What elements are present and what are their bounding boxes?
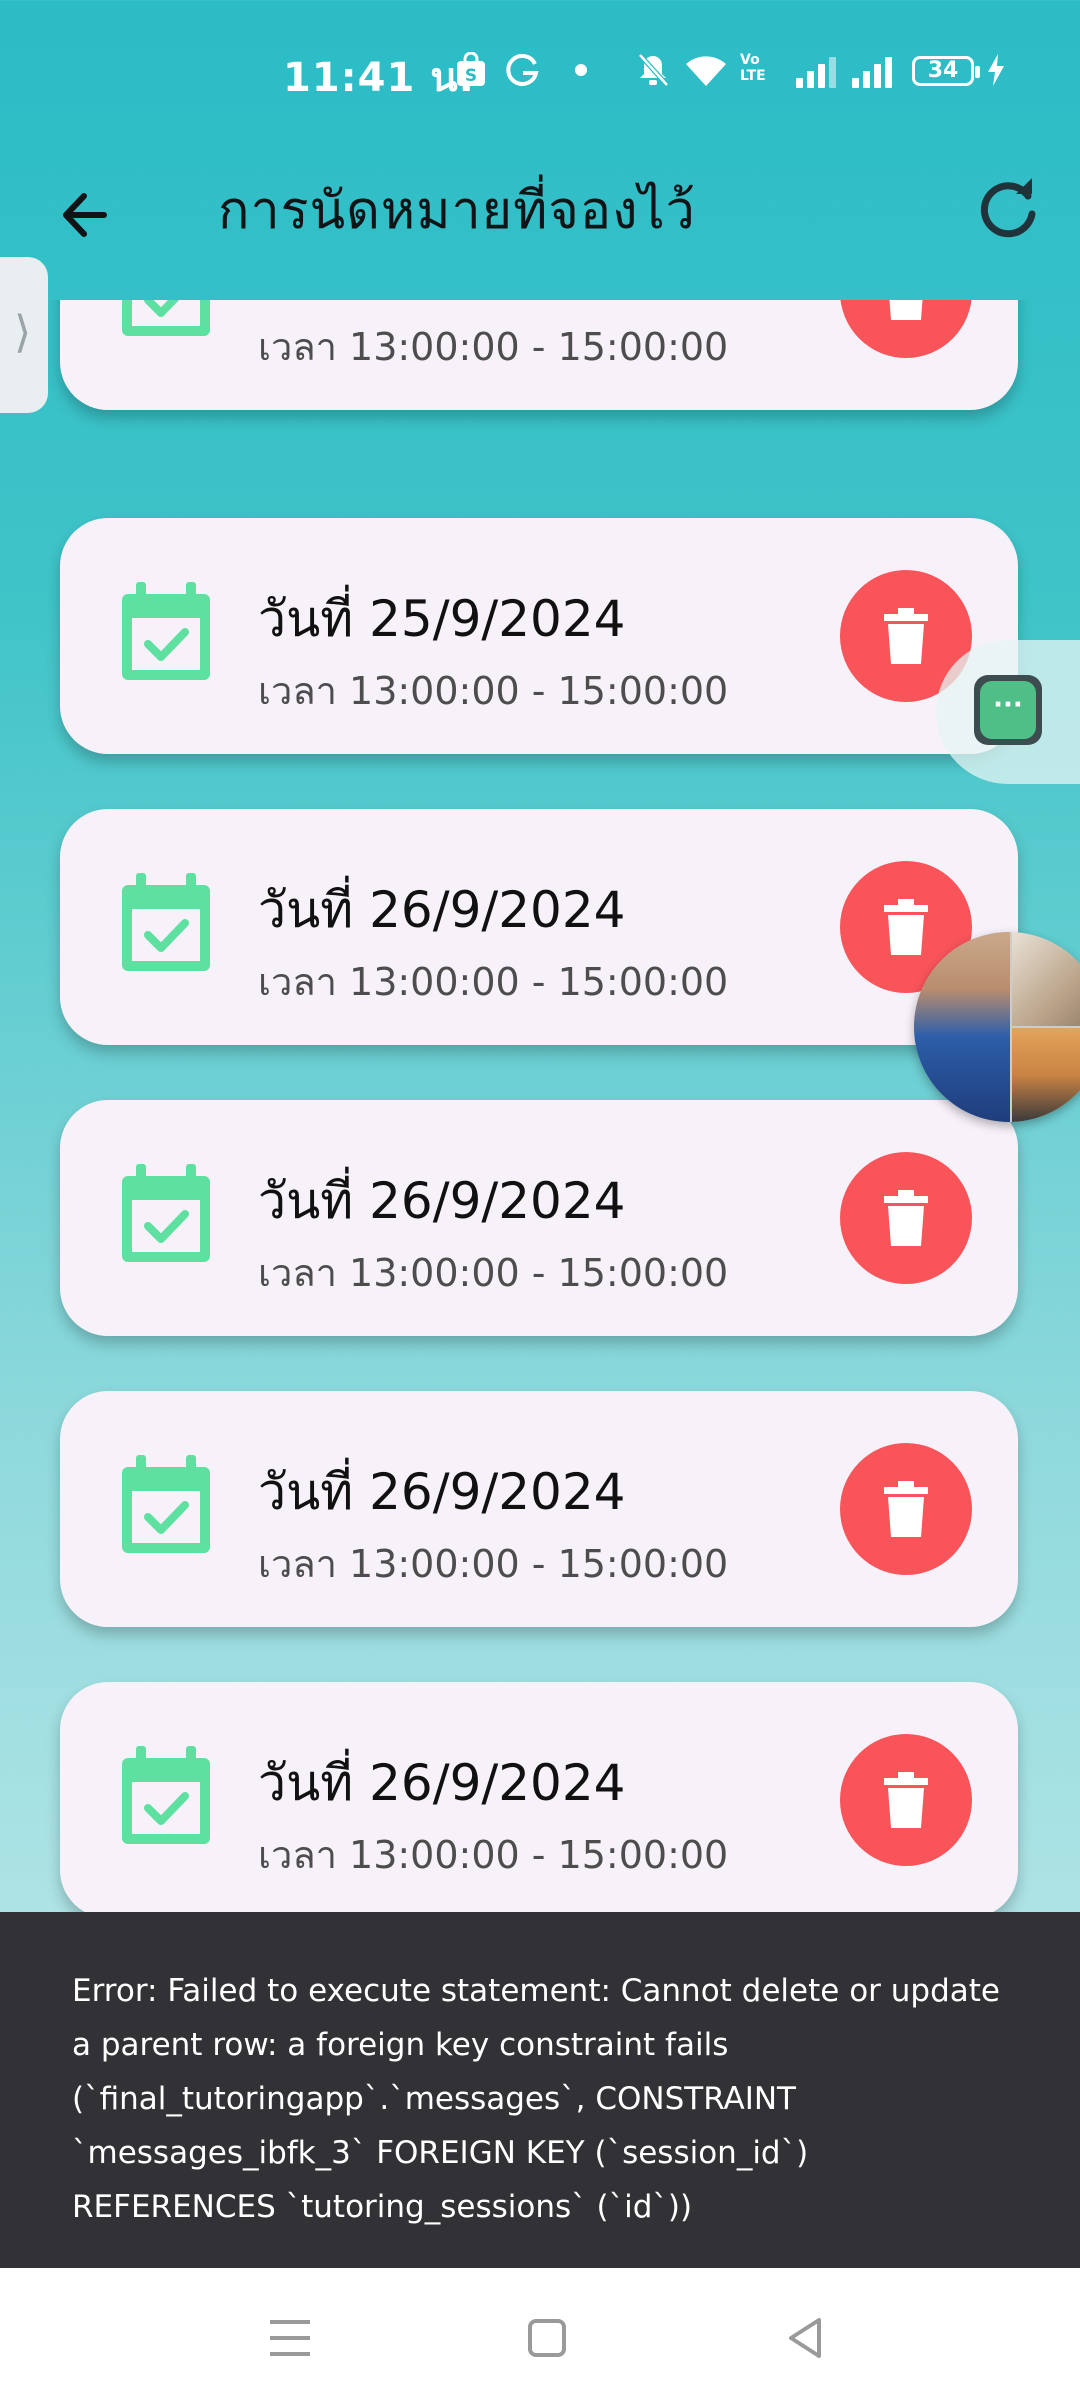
appointment-card: วันที่ 26/9/2024 เวลา 13:00:00 - 15:00:0… <box>60 1682 1018 1912</box>
back-button[interactable] <box>52 180 122 250</box>
appointment-card: วันที่ 26/9/2024 เวลา 13:00:00 - 15:00:0… <box>60 1391 1018 1627</box>
calendar-check-icon <box>122 873 210 971</box>
battery-icon: 34 <box>912 56 980 86</box>
triangle-back-icon <box>789 2318 821 2358</box>
calendar-check-icon <box>122 1746 210 1844</box>
appointment-card: วันที่ 26/9/2024 เวลา 13:00:00 - 15:00:0… <box>60 1100 1018 1336</box>
chevron-right-icon: ⟩ <box>14 307 32 358</box>
appointment-time: เวลา 13:00:00 - 15:00:00 <box>258 1833 729 1877</box>
refresh-button[interactable] <box>970 170 1046 246</box>
appointment-date: วันที่ 26/9/2024 <box>258 1172 626 1230</box>
trash-icon <box>889 300 923 320</box>
status-bar: 11:41 น. S Vo LTE 34 <box>0 0 1080 140</box>
volte-icon: Vo LTE <box>740 52 766 84</box>
status-time: 11:41 น. <box>283 55 475 101</box>
back-nav-button[interactable] <box>775 2308 835 2368</box>
menu-icon <box>270 2320 310 2356</box>
wifi-icon <box>684 52 728 88</box>
delete-button[interactable] <box>840 1443 972 1575</box>
appointment-date: วันที่ 24/9/2024 <box>258 300 625 315</box>
appointment-date: วันที่ 26/9/2024 <box>258 1754 626 1812</box>
charging-icon <box>986 52 1006 88</box>
chat-more-icon: ··· <box>980 681 1036 739</box>
side-drawer-handle[interactable]: ⟩ <box>0 257 48 413</box>
appointment-date: วันที่ 26/9/2024 <box>258 1463 626 1521</box>
page-title: การนัดหมายที่จองไว้ <box>218 181 696 241</box>
delete-button[interactable] <box>840 300 972 358</box>
dot-icon <box>574 52 588 88</box>
appointment-card: วันที่ 25/9/2024 เวลา 13:00:00 - 15:00:0… <box>60 518 1018 754</box>
error-snackbar: Error: Failed to execute statement: Cann… <box>0 1912 1080 2268</box>
mute-icon <box>636 52 670 88</box>
avatar <box>1012 932 1080 1026</box>
svg-text:S: S <box>465 66 477 86</box>
delete-button[interactable] <box>840 1734 972 1866</box>
refresh-icon <box>980 178 1036 238</box>
appointment-time: เวลา 13:00:00 - 15:00:00 <box>258 960 729 1004</box>
error-message: Error: Failed to execute statement: Cann… <box>72 1973 1000 2225</box>
square-icon <box>528 2319 566 2357</box>
calendar-check-icon <box>122 1455 210 1553</box>
arrow-left-icon <box>63 193 107 237</box>
appointment-time: เวลา 13:00:00 - 15:00:00 <box>258 669 729 713</box>
appointment-time: เวลา 13:00:00 - 15:00:00 <box>258 1251 729 1295</box>
system-nav-bar <box>0 2268 1080 2400</box>
delete-button[interactable] <box>840 1152 972 1284</box>
signal-icon <box>796 56 836 88</box>
floating-chat-button[interactable]: ··· <box>974 675 1042 745</box>
trash-icon <box>884 1481 928 1537</box>
avatar <box>1012 1028 1080 1122</box>
shopee-icon: S <box>455 51 487 88</box>
trash-icon <box>884 1772 928 1828</box>
appointment-time: เวลา 13:00:00 - 15:00:00 <box>258 325 729 369</box>
appointment-date: วันที่ 26/9/2024 <box>258 881 626 939</box>
app-bar: การนัดหมายที่จองไว้ <box>0 140 1080 300</box>
appointment-card: วันที่ 26/9/2024 เวลา 13:00:00 - 15:00:0… <box>60 809 1018 1045</box>
signal-icon <box>852 56 892 88</box>
trash-icon <box>884 1190 928 1246</box>
appointment-date: วันที่ 25/9/2024 <box>258 590 626 648</box>
avatar <box>914 932 1010 1122</box>
appointment-card: วันที่ 24/9/2024 เวลา 13:00:00 - 15:00:0… <box>60 300 1018 410</box>
floating-avatar-bubble[interactable] <box>914 932 1080 1122</box>
menu-nav-button[interactable] <box>260 2308 320 2368</box>
calendar-check-icon <box>122 1164 210 1262</box>
calendar-check-icon <box>122 582 210 680</box>
appointment-time: เวลา 13:00:00 - 15:00:00 <box>258 1542 729 1586</box>
trash-icon <box>884 608 928 664</box>
g-icon <box>505 52 541 88</box>
calendar-check-icon <box>122 300 210 336</box>
home-nav-button[interactable] <box>517 2308 577 2368</box>
